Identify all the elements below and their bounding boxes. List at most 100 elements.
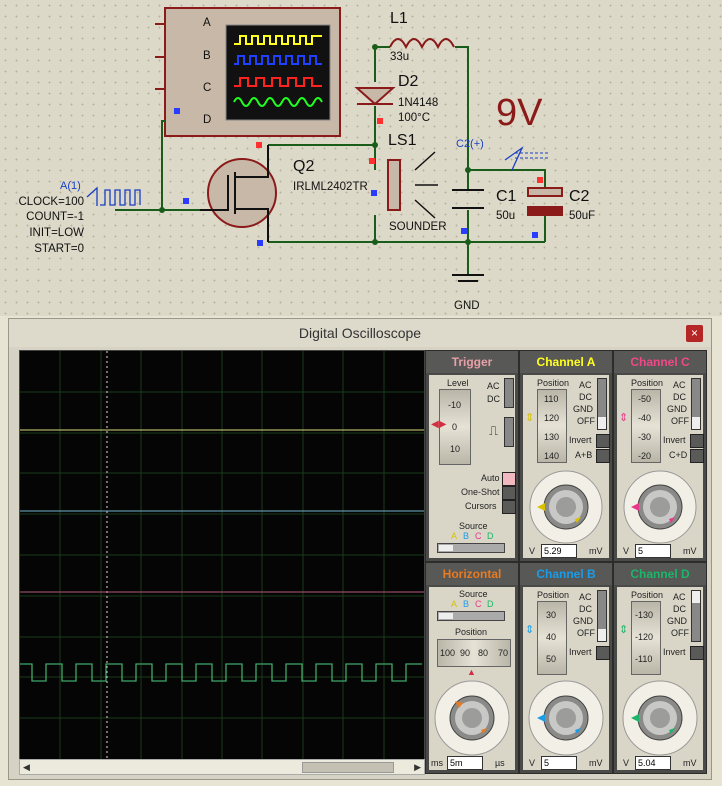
channel-b-volts-knob[interactable] — [527, 677, 605, 757]
channel-c-volts-knob[interactable] — [621, 467, 699, 545]
horizontal-time-knob[interactable] — [433, 677, 511, 757]
channel-c-combine-button[interactable] — [690, 449, 704, 463]
channel-b-invert-button[interactable] — [596, 646, 610, 660]
channel-d-trace — [20, 663, 422, 682]
horizontal-position-scale[interactable]: 100 90 80 70 — [437, 639, 511, 667]
trigger-source-a[interactable]: A — [451, 531, 457, 541]
channel-c-invert-label: Invert — [663, 435, 686, 445]
channel-b-unit-v: V — [529, 758, 536, 768]
channel-a-volts-knob[interactable] — [527, 467, 605, 545]
channel-b-gnd-label: GND — [573, 616, 593, 626]
channel-c-position-scale[interactable]: -50 -40 -30 -20 — [631, 389, 661, 463]
channel-d-invert-button[interactable] — [690, 646, 704, 660]
generator-init: INIT=LOW — [29, 227, 84, 239]
channel-d-position-label: Position — [631, 590, 664, 600]
q2-name[interactable]: Q2 — [293, 158, 314, 176]
trigger-oneshot-button[interactable] — [502, 486, 516, 500]
channel-b-position-scale[interactable]: 30 40 50 — [537, 601, 567, 675]
channel-a-unit-mv: mV — [589, 546, 603, 556]
schematic-canvas[interactable]: A B C D L1 33u D2 1N4148 100°C 9V LS1 C2… — [0, 0, 722, 316]
channel-a-panel: Channel A Position 110 120 130 140 ⇕ AC … — [519, 350, 613, 562]
horizontal-source-c[interactable]: C — [475, 599, 482, 609]
channel-b-arrow-icon: ⇕ — [525, 624, 535, 636]
channel-c-off-label: OFF — [671, 416, 689, 426]
scope-pin-a: A — [203, 17, 211, 29]
trigger-coupling-switch[interactable] — [504, 378, 514, 408]
channel-d-dc-label: DC — [673, 604, 686, 614]
horizontal-source-a[interactable]: A — [451, 599, 457, 609]
channel-b-coupling-switch[interactable] — [597, 590, 607, 642]
trigger-source-label: Source — [459, 521, 488, 531]
horizontal-scrollbar[interactable]: ◀ ▶ — [19, 759, 425, 775]
trigger-source-b[interactable]: B — [463, 531, 469, 541]
channel-d-off-label: OFF — [671, 628, 689, 638]
trigger-auto-button[interactable] — [502, 472, 516, 486]
channel-a-invert-button[interactable] — [596, 434, 610, 448]
channel-c-dc-label: DC — [673, 392, 686, 402]
channel-b-off-label: OFF — [577, 628, 595, 638]
channel-d-title: Channel D — [614, 563, 706, 585]
horizontal-unit-ms: ms — [431, 758, 443, 768]
oscilloscope-window[interactable]: Digital Oscilloscope × ◀ ▶ Trigger Level… — [8, 318, 712, 780]
channel-c-value[interactable]: 5 — [635, 544, 671, 558]
channel-b-ac-label: AC — [579, 592, 592, 602]
q2-part: IRLML2402TR — [293, 181, 368, 193]
trigger-ac-label: AC — [487, 381, 500, 391]
channel-c-unit-v: V — [623, 546, 630, 556]
channel-d-position-scale[interactable]: -130 -120 -110 — [631, 601, 661, 675]
channel-b-value[interactable]: 5 — [541, 756, 577, 770]
close-button[interactable]: × — [686, 325, 703, 342]
channel-a-invert-label: Invert — [569, 435, 592, 445]
scope-grid — [20, 351, 424, 759]
generator-start: START=0 — [34, 243, 84, 255]
channel-c-invert-button[interactable] — [690, 434, 704, 448]
trigger-edge-switch[interactable] — [504, 417, 514, 447]
channel-a-combine-button[interactable] — [596, 449, 610, 463]
scroll-thumb[interactable] — [302, 762, 394, 773]
trigger-source-d[interactable]: D — [487, 531, 494, 541]
scope-pin-c: C — [203, 82, 212, 94]
d2-name[interactable]: D2 — [398, 73, 418, 91]
channel-c-gnd-label: GND — [667, 404, 687, 414]
channel-a-value[interactable]: 5.29 — [541, 544, 577, 558]
trigger-cursors-button[interactable] — [502, 500, 516, 514]
channel-c-panel: Channel C Position -50 -40 -30 -20 ⇕ AC … — [613, 350, 707, 562]
horizontal-unit-us: µs — [495, 758, 505, 768]
schematic-wires — [86, 7, 563, 282]
scope-pin-b: B — [203, 50, 211, 62]
scroll-right-icon[interactable]: ▶ — [414, 760, 421, 774]
generator-name[interactable]: A(1) — [60, 180, 81, 192]
channel-a-position-label: Position — [537, 378, 570, 388]
c2-name[interactable]: C2 — [569, 188, 589, 206]
trigger-source-c[interactable]: C — [475, 531, 482, 541]
channel-d-coupling-switch[interactable] — [691, 590, 701, 642]
c1-name[interactable]: C1 — [496, 188, 516, 206]
channel-a-arrow-icon: ⇕ — [525, 412, 535, 424]
channel-c-unit-mv: mV — [683, 546, 697, 556]
channel-c-coupling-switch[interactable] — [691, 378, 701, 430]
channel-b-panel: Channel B Position 30 40 50 ⇕ AC DC GND … — [519, 562, 613, 774]
trigger-dc-label: DC — [487, 394, 500, 404]
window-title: Digital Oscilloscope — [9, 319, 711, 347]
channel-b-invert-label: Invert — [569, 647, 592, 657]
channel-d-value[interactable]: 5.04 — [635, 756, 671, 770]
channel-a-position-scale[interactable]: 110 120 130 140 — [537, 389, 567, 463]
horizontal-position-label: Position — [455, 627, 488, 637]
trigger-source-slider[interactable] — [437, 543, 505, 553]
horizontal-source-slider[interactable] — [437, 611, 505, 621]
c2-value: 50uF — [569, 210, 596, 222]
scroll-left-icon[interactable]: ◀ — [23, 760, 30, 774]
ls1-name[interactable]: LS1 — [388, 132, 416, 150]
ls1-part: SOUNDER — [389, 221, 447, 233]
horizontal-source-b[interactable]: B — [463, 599, 469, 609]
channel-d-unit-mv: mV — [683, 758, 697, 768]
horizontal-value[interactable]: 5m — [447, 756, 483, 770]
channel-d-volts-knob[interactable] — [621, 677, 699, 757]
channel-a-coupling-switch[interactable] — [597, 378, 607, 430]
l1-name[interactable]: L1 — [390, 10, 408, 28]
horizontal-source-d[interactable]: D — [487, 599, 494, 609]
scope-display[interactable] — [19, 350, 425, 760]
c2-probe-label[interactable]: C2(+) — [456, 138, 484, 150]
horizontal-position-arrow-icon: ▲ — [467, 667, 476, 677]
channel-c-title: Channel C — [614, 351, 706, 373]
